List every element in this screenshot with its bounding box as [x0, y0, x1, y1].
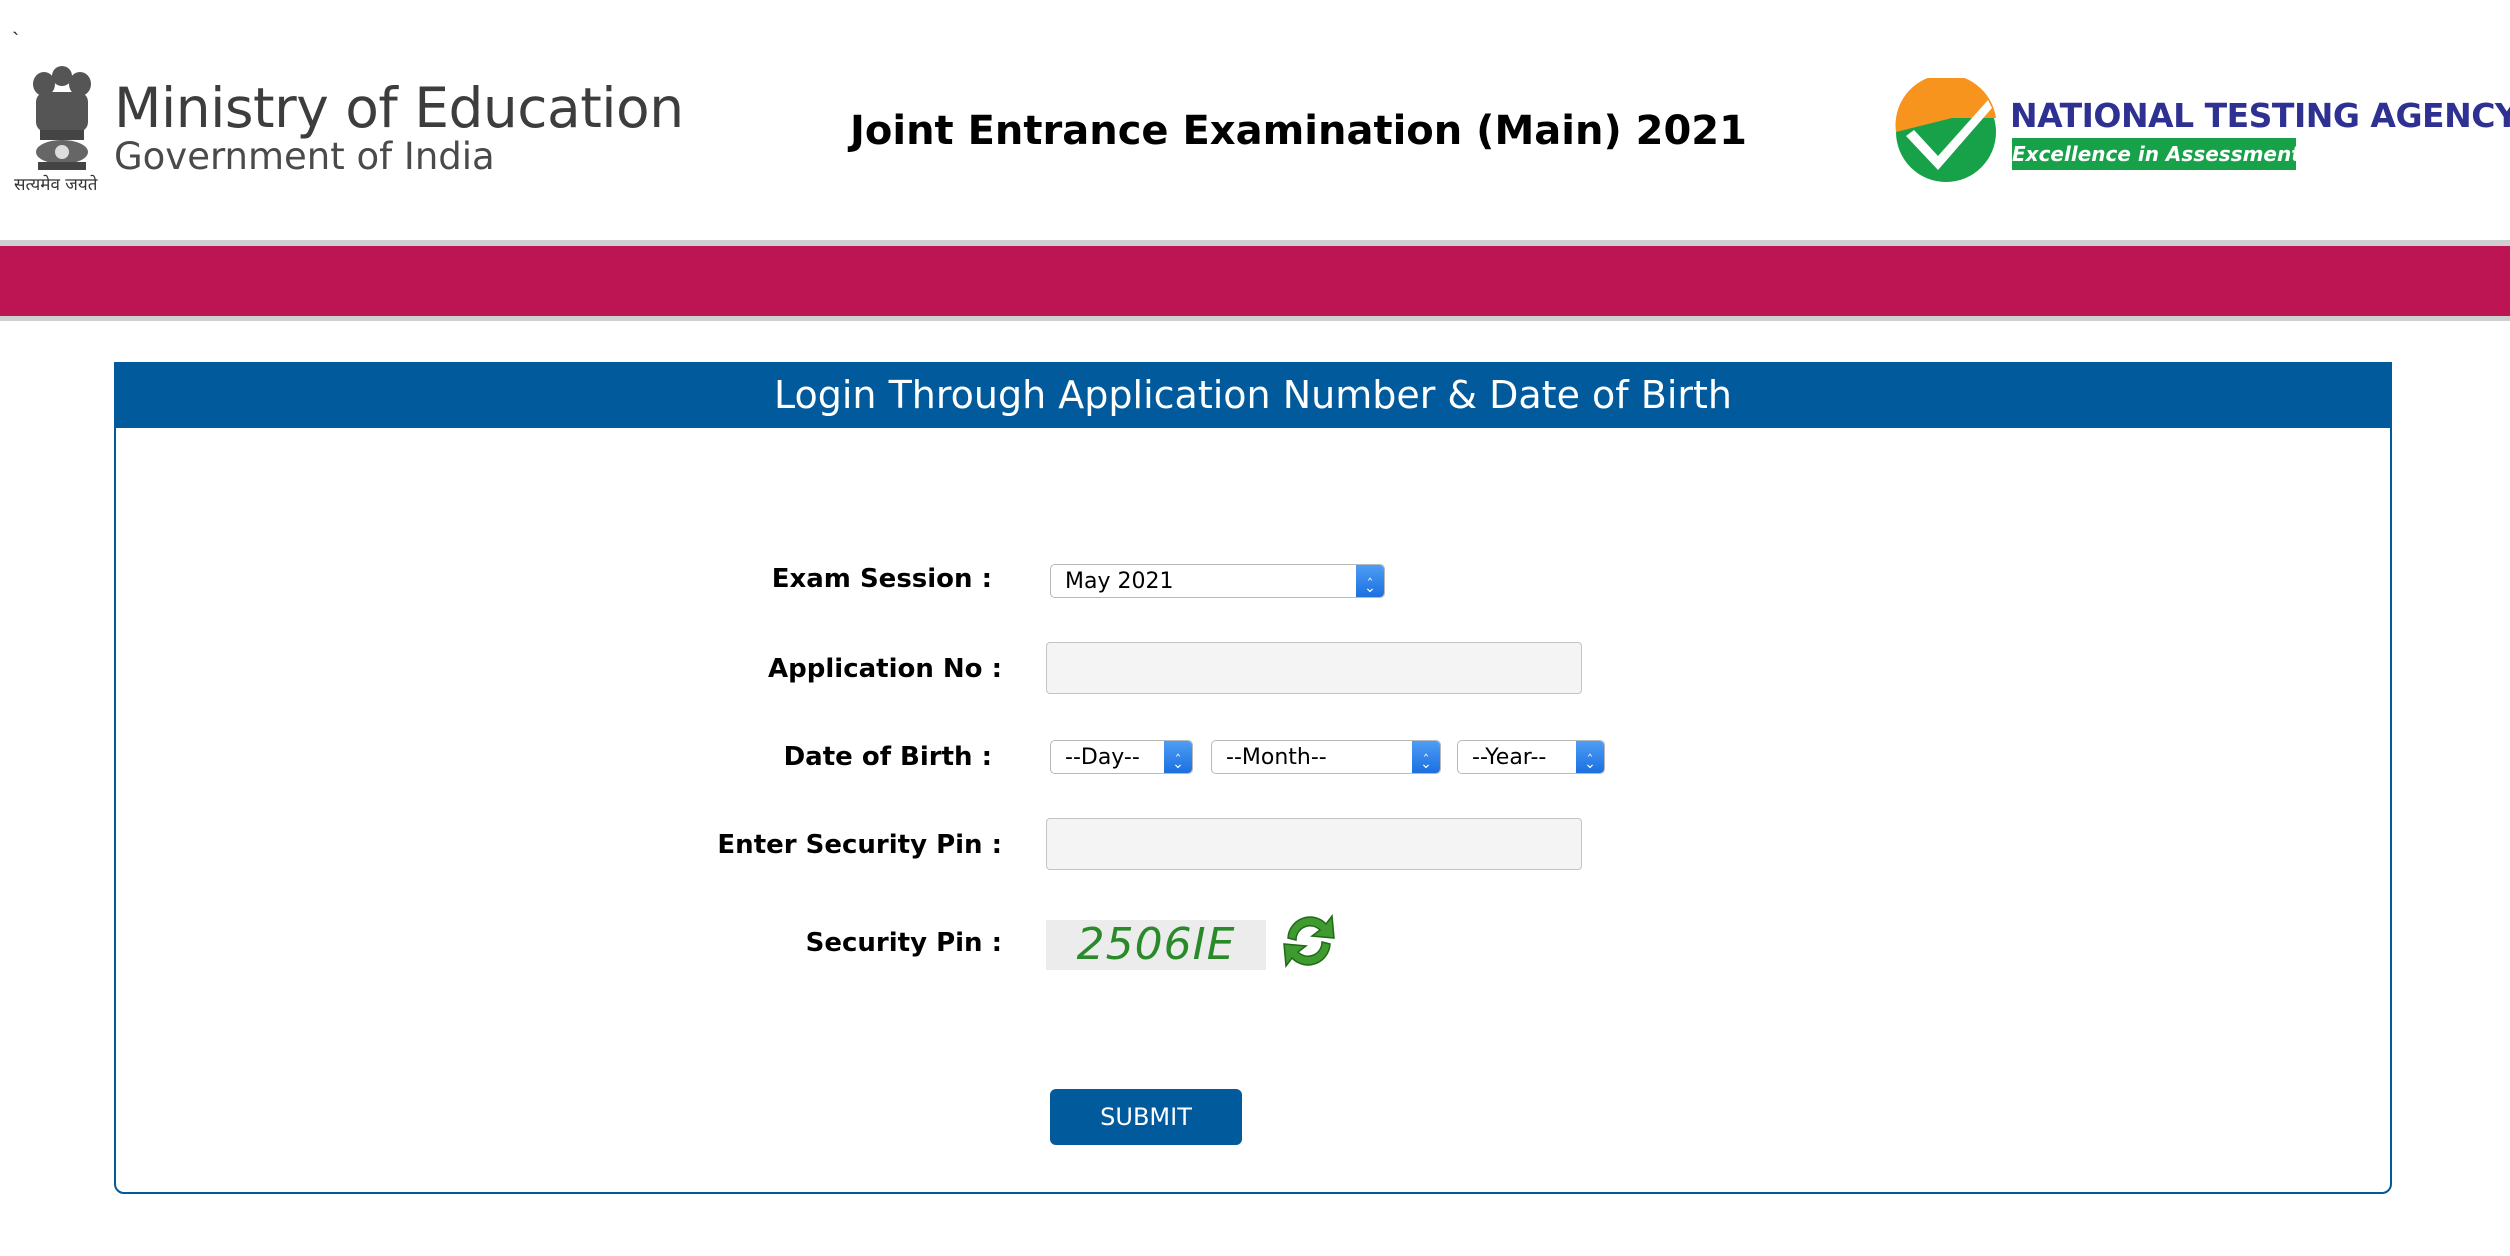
chevron-updown-icon: ‸ ⌄ [1576, 741, 1604, 773]
exam-title: Joint Entrance Examination (Main) 2021 [850, 108, 1747, 154]
dob-month-select[interactable]: --Month-- ‸ ⌄ [1211, 740, 1441, 774]
dob-day-value: --Day-- [1065, 745, 1140, 770]
captcha-image: 2506IE [1046, 920, 1266, 970]
band-bottom-border [0, 316, 2510, 321]
chevron-updown-icon: ‸ ⌄ [1412, 741, 1440, 773]
login-panel-heading: Login Through Application Number & Date … [114, 362, 2392, 428]
stray-mark: ` [12, 28, 20, 53]
dob-label: Date of Birth : [783, 742, 992, 772]
ministry-title: Ministry of Education [114, 76, 684, 140]
dob-day-select[interactable]: --Day-- ‸ ⌄ [1050, 740, 1193, 774]
agency-tagline: Excellence in Assessment [2012, 138, 2301, 170]
ministry-subtitle: Government of India [114, 135, 495, 178]
exam-session-value: May 2021 [1065, 569, 1174, 594]
chevron-updown-icon: ‸ ⌄ [1356, 565, 1384, 597]
header-band [0, 246, 2510, 316]
submit-button[interactable]: SUBMIT [1050, 1089, 1242, 1145]
checkmark-logo-icon [1895, 78, 1996, 182]
chevron-updown-icon: ‸ ⌄ [1164, 741, 1192, 773]
emblem-caption: सत्यमेव जयते [14, 175, 98, 195]
enter-security-pin-label: Enter Security Pin : [717, 830, 1002, 860]
application-no-input[interactable] [1046, 642, 1582, 694]
refresh-icon[interactable] [1278, 910, 1340, 972]
dob-year-select[interactable]: --Year-- ‸ ⌄ [1457, 740, 1605, 774]
exam-session-select[interactable]: May 2021 ‸ ⌄ [1050, 564, 1385, 598]
dob-year-value: --Year-- [1472, 745, 1547, 770]
application-no-label: Application No : [768, 654, 1002, 684]
security-pin-label: Security Pin : [805, 928, 1002, 958]
agency-name: NATIONAL TESTING AGENCY [2010, 96, 2510, 135]
dob-month-value: --Month-- [1226, 745, 1327, 770]
login-panel [114, 362, 2392, 1194]
security-pin-input[interactable] [1046, 818, 1582, 870]
exam-session-label: Exam Session : [771, 564, 992, 594]
